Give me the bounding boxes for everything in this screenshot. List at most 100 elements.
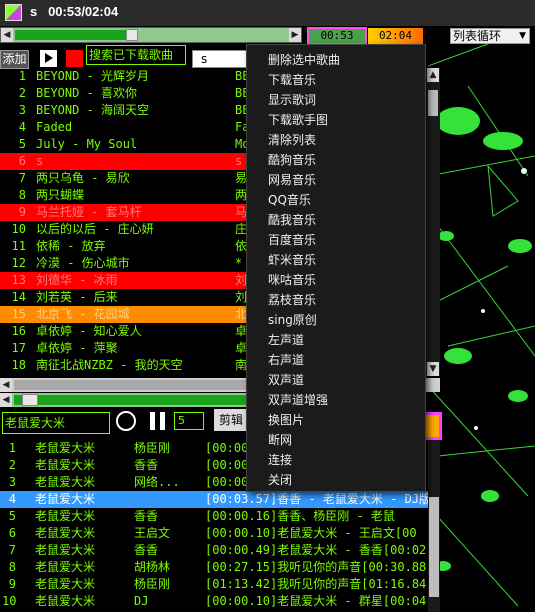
visualizer-panel [428, 26, 535, 612]
context-menu: 删除选中歌曲 下载音乐 显示歌词 下载歌手图 清除列表 酷狗音乐 网易音乐 QQ音乐 酷我音乐百… [246, 44, 426, 492]
playlist-title: BEYOND - 光辉岁月 [36, 69, 150, 83]
result-artist: 杨臣刚 [134, 577, 171, 591]
context-menu-item[interactable]: sing原创 [247, 310, 425, 330]
volume-knob[interactable] [22, 394, 38, 406]
context-menu-item[interactable]: 网易音乐 [247, 170, 425, 190]
playlist-title: 依稀 - 放弃 [36, 239, 106, 253]
result-song: 老鼠爱大米 [35, 475, 96, 489]
result-song: 老鼠爱大米 [35, 509, 96, 523]
context-menu-item[interactable]: 连接 [247, 450, 425, 470]
context-menu-item[interactable]: 删除选中歌曲 [247, 50, 425, 70]
results-scrollbar[interactable] [428, 440, 440, 612]
context-menu-item[interactable]: 左声道 [247, 330, 425, 350]
playlist-title: 北京飞 - 花园城 [36, 307, 130, 321]
result-row[interactable]: 6 老鼠爱大米 王启文 [00:00.10]老鼠爱大米 - 王启文[00 [0, 525, 428, 542]
result-num: 4 [8, 492, 16, 506]
result-num: 5 [8, 509, 16, 523]
context-menu-item[interactable]: 双声道增强 [247, 390, 425, 410]
window-title: s 00:53/02:04 [30, 4, 119, 19]
context-menu-item[interactable]: 清除列表 [247, 130, 425, 150]
playlist-alt: * [235, 256, 243, 270]
search-downloaded-button[interactable]: 搜索已下载歌曲 [86, 45, 186, 65]
context-menu-item[interactable]: 换图片 [247, 410, 425, 430]
playlist-num: 9 [18, 205, 26, 219]
result-song: 老鼠爱大米 [35, 594, 96, 608]
playlist-title: 刘德华 - 冰雨 [36, 273, 118, 287]
context-menu-item[interactable]: 咪咕音乐 [247, 270, 425, 290]
result-lrc: [00:00.16]香香、杨臣刚 - 老鼠 [205, 509, 395, 523]
pause-bar-left [150, 412, 155, 430]
search-input[interactable]: s [192, 50, 247, 68]
scroll-up-icon[interactable]: ▲ [427, 68, 439, 82]
playlist-num: 12 [11, 256, 26, 270]
context-menu-item[interactable]: 荔枝音乐 [247, 290, 425, 310]
current-time: 00:53 [307, 27, 367, 45]
playlist-title: 刘若英 - 后来 [36, 290, 118, 304]
volume-left-arrow-icon[interactable]: ◀ [0, 393, 12, 407]
result-song: 老鼠爱大米 [35, 492, 96, 506]
result-row[interactable]: 8 老鼠爱大米 胡杨林 [00:27.15]我听见你的声音[00:30.88 [0, 559, 428, 576]
playlist-title: s [36, 154, 44, 168]
playlist-title: 以后的以后 - 庄心妍 [36, 222, 154, 236]
context-menu-item[interactable]: 酷我音乐 [247, 210, 425, 230]
playlist-num: 13 [11, 273, 26, 287]
playlist-num: 5 [18, 137, 26, 151]
context-menu-item[interactable]: 酷狗音乐 [247, 150, 425, 170]
loop-mode-select[interactable]: 列表循环 ▼ [450, 28, 530, 44]
playlist-title: 卓依婷 - 萍聚 [36, 341, 118, 355]
playlist-num: 14 [11, 290, 26, 304]
context-menu-item[interactable]: 双声道 [247, 370, 425, 390]
result-lrc: [00:00.10]老鼠爱大米 - 王启文[00 [205, 526, 417, 540]
result-lrc: [00:03.57]香香 - 老鼠爱大米 - DJ版 [205, 492, 428, 506]
playback-progress-bar[interactable]: ◀ ▶ [0, 27, 302, 43]
lyric-search-input[interactable]: 老鼠爱大米 [2, 412, 110, 434]
volume-slider[interactable]: ◀ [0, 393, 254, 407]
result-row[interactable]: 10 老鼠爱大米 DJ [00:00.10]老鼠爱大米 - 群星[00:04 [0, 593, 428, 610]
results-scroll-thumb[interactable] [429, 497, 439, 597]
result-row[interactable]: 7 老鼠爱大米 香香 [00:00.49]老鼠爱大米 - 香香[00:02 [0, 542, 428, 559]
result-artist: 网络... [134, 475, 180, 489]
clip-button[interactable]: 剪辑 [214, 409, 248, 431]
progress-right-arrow-icon[interactable]: ▶ [289, 28, 301, 42]
context-menu-item[interactable]: 关闭 [247, 470, 425, 490]
play-icon [45, 53, 53, 63]
context-menu-item[interactable]: QQ音乐 [247, 190, 425, 210]
add-button[interactable]: 添加 [0, 50, 29, 69]
result-artist: 香香 [134, 543, 159, 557]
playlist-num: 18 [11, 358, 26, 372]
result-lrc: [00:27.15]我听见你的声音[00:30.88 [205, 560, 427, 574]
result-row[interactable]: 9 老鼠爱大米 杨臣刚 [01:13.42]我听见你的声音[01:16.84 [0, 576, 428, 593]
playlist-num: 4 [18, 120, 26, 134]
result-artist: 香香 [134, 509, 159, 523]
context-menu-item[interactable]: 百度音乐 [247, 230, 425, 250]
context-menu-item[interactable]: 显示歌词 [247, 90, 425, 110]
scroll-left-icon[interactable]: ◀ [0, 378, 12, 392]
search-icon[interactable] [116, 411, 136, 431]
result-row[interactable]: 4 老鼠爱大米 [00:03.57]香香 - 老鼠爱大米 - DJ版 [0, 491, 428, 508]
playlist-scrollbar[interactable]: ▲ ▼ [424, 68, 440, 376]
play-button[interactable] [40, 50, 57, 67]
count-field[interactable]: 5 [174, 412, 204, 430]
context-menu-item[interactable]: 虾米音乐 [247, 250, 425, 270]
pause-button[interactable] [149, 412, 167, 430]
progress-thumb[interactable] [126, 29, 138, 41]
playlist-num: 8 [18, 188, 26, 202]
scroll-down-icon[interactable]: ▼ [427, 362, 439, 376]
playlist-num: 2 [18, 86, 26, 100]
stop-button[interactable] [66, 50, 83, 67]
result-song: 老鼠爱大米 [35, 458, 96, 472]
playlist-num: 16 [11, 324, 26, 338]
context-menu-item[interactable]: 下载音乐 [247, 70, 425, 90]
context-menu-item[interactable]: 右声道 [247, 350, 425, 370]
context-menu-item[interactable]: 下载歌手图 [247, 110, 425, 130]
playlist-scroll-thumb[interactable] [428, 90, 438, 116]
context-menu-item[interactable]: 断网 [247, 430, 425, 450]
hscroll-thumb[interactable] [14, 380, 254, 390]
progress-left-arrow-icon[interactable]: ◀ [1, 28, 13, 42]
playlist-title: BEYOND - 喜欢你 [36, 86, 138, 100]
playlist-num: 17 [11, 341, 26, 355]
result-num: 10 [2, 594, 17, 608]
result-row[interactable]: 5 老鼠爱大米 香香 [00:00.16]香香、杨臣刚 - 老鼠 [0, 508, 428, 525]
result-song: 老鼠爱大米 [35, 526, 96, 540]
playlist-title: BEYOND - 海阔天空 [36, 103, 150, 117]
